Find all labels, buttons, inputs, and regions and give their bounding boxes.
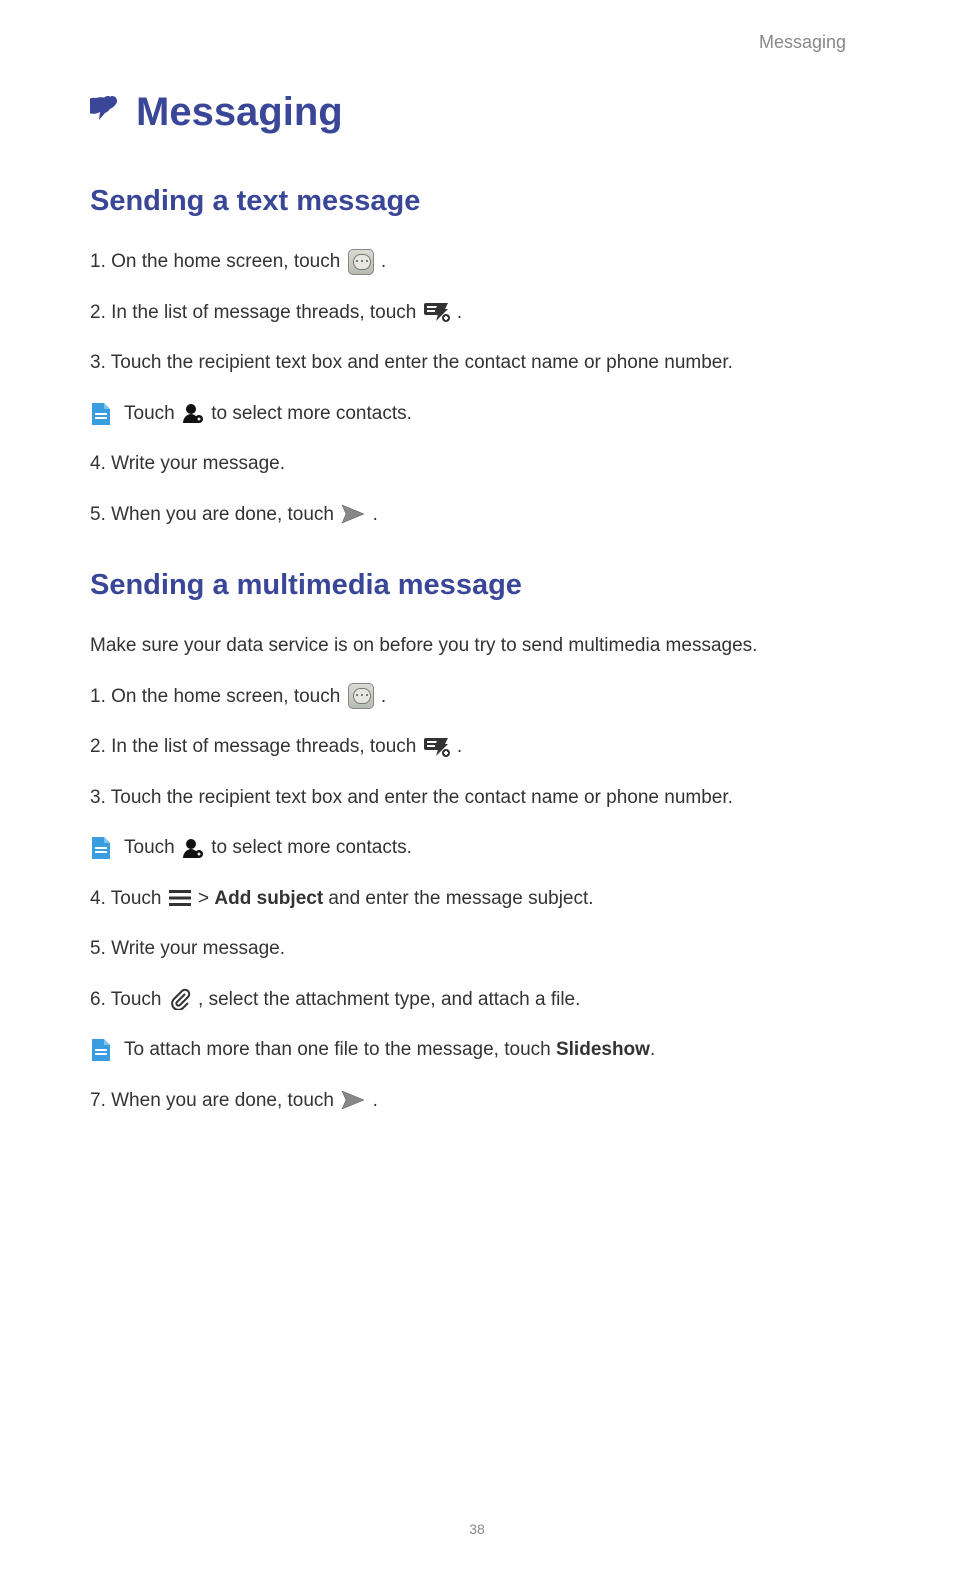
step-5: 5. When you are done, touch . xyxy=(90,501,864,530)
send-icon xyxy=(341,504,365,524)
mm-tip-more-contacts: Touch to select more contacts. xyxy=(90,834,864,863)
step-1: 1. On the home screen, touch . xyxy=(90,248,864,277)
messaging-app-icon xyxy=(348,683,374,709)
mm-step-4: 4. Touch > Add subject and enter the mes… xyxy=(90,885,864,914)
mm-tip-slideshow: To attach more than one file to the mess… xyxy=(90,1036,864,1065)
add-contact-icon xyxy=(182,837,204,859)
messaging-app-icon xyxy=(348,249,374,275)
compose-message-icon xyxy=(424,736,450,758)
chapter-title: Messaging xyxy=(136,90,343,135)
step-4: 4. Write your message. xyxy=(90,450,864,479)
page-number: 38 xyxy=(0,1521,954,1537)
step-2: 2. In the list of message threads, touch… xyxy=(90,299,864,328)
tip-more-contacts: Touch to select more contacts. xyxy=(90,400,864,429)
mm-step-1: 1. On the home screen, touch . xyxy=(90,683,864,712)
mm-step-3: 3. Touch the recipient text box and ente… xyxy=(90,784,864,813)
header-section-label: Messaging xyxy=(759,32,846,53)
section-heading-text: Sending a text message xyxy=(90,185,864,218)
note-icon xyxy=(90,401,112,427)
section-intro: Make sure your data service is on before… xyxy=(90,632,864,661)
section-heading-multimedia: Sending a multimedia message xyxy=(90,569,864,602)
mm-step-7: 7. When you are done, touch . xyxy=(90,1087,864,1116)
note-icon xyxy=(90,835,112,861)
mm-step-5: 5. Write your message. xyxy=(90,935,864,964)
note-icon xyxy=(90,1037,112,1063)
compose-message-icon xyxy=(424,301,450,323)
menu-icon xyxy=(169,889,191,907)
send-icon xyxy=(341,1090,365,1110)
attach-icon xyxy=(169,988,191,1010)
speech-bubble-heart-icon xyxy=(90,92,126,133)
mm-step-6: 6. Touch , select the attachment type, a… xyxy=(90,986,864,1015)
chapter-title-row: Messaging xyxy=(90,90,864,135)
add-contact-icon xyxy=(182,402,204,424)
step-3: 3. Touch the recipient text box and ente… xyxy=(90,349,864,378)
mm-step-2: 2. In the list of message threads, touch… xyxy=(90,733,864,762)
